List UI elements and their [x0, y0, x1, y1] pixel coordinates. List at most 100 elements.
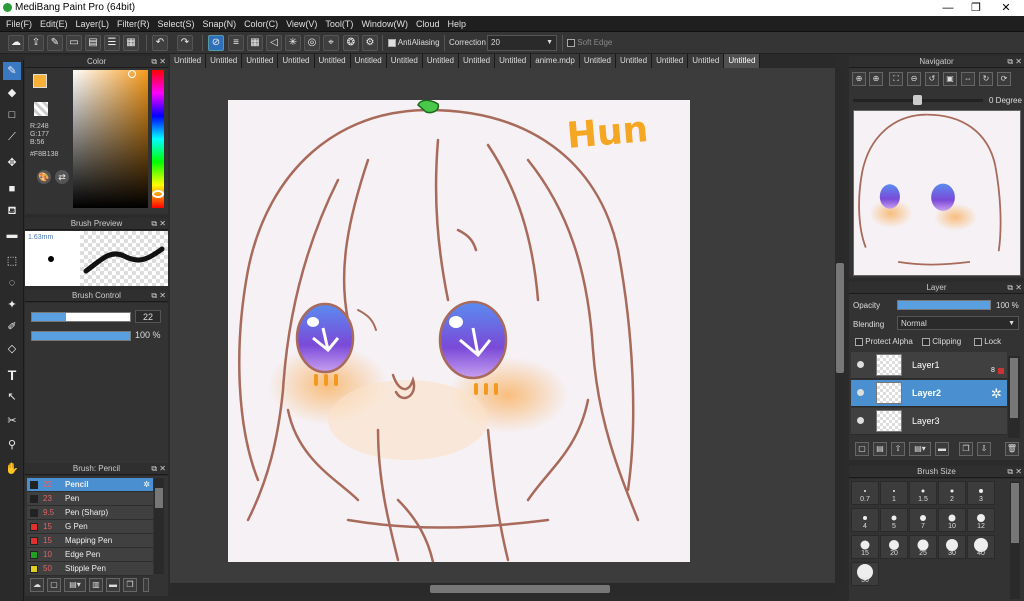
brush-list-item[interactable]: 23 Pen	[27, 492, 153, 506]
blending-select[interactable]: Normal ▼	[897, 316, 1019, 330]
brush-settings-gear-icon[interactable]: ✲	[143, 478, 150, 492]
grid-list-icon[interactable]: ▦	[123, 35, 139, 51]
brush-size-preset[interactable]: 10	[938, 508, 966, 532]
select-eraser-tool-icon[interactable]: ◇	[3, 340, 21, 358]
rotate-left-icon[interactable]: ↺	[925, 72, 939, 86]
panel-popout-icon[interactable]: ⧉ ✕	[151, 463, 166, 475]
select-tool-icon[interactable]: ⬚	[3, 252, 21, 270]
fit-icon[interactable]: ⛶	[889, 72, 903, 86]
menu-snap[interactable]: Snap(N)	[199, 16, 241, 32]
menu-cloud[interactable]: Cloud	[412, 16, 444, 32]
horizontal-scroll-thumb[interactable]	[430, 585, 610, 593]
menu-help[interactable]: Help	[443, 16, 470, 32]
menu-select[interactable]: Select(S)	[154, 16, 199, 32]
panel-popout-icon[interactable]: ⧉ ✕	[1007, 56, 1022, 68]
reset-icon[interactable]: ▣	[943, 72, 957, 86]
brush-size-preset[interactable]: 1.5	[909, 481, 937, 505]
maximize-button[interactable]: ❐	[962, 0, 990, 16]
protect-alpha-checkbox[interactable]	[855, 337, 863, 346]
color-swap-icon[interactable]: ⇄	[55, 170, 69, 184]
menu-color[interactable]: Color(C)	[240, 16, 282, 32]
brush-list-scrollbar[interactable]	[154, 478, 164, 574]
gradient-tool-icon[interactable]: ▬	[3, 226, 21, 244]
brush-size-preset[interactable]: 20	[880, 535, 908, 559]
brush-size-preset[interactable]: 1	[880, 481, 908, 505]
brush-size-preset[interactable]: 7	[909, 508, 937, 532]
visibility-eye-icon[interactable]	[857, 417, 864, 424]
brush-list-item[interactable]: 15 Mapping Pen	[27, 534, 153, 548]
comment-icon[interactable]: ✎	[47, 35, 63, 51]
delete-layer-icon[interactable]: 🗑	[1005, 442, 1019, 456]
layer-row[interactable]: Layer2 ✲	[851, 380, 1007, 407]
eyedropper-tool-icon[interactable]: ⚲	[3, 436, 21, 454]
layer-list-scrollbar[interactable]	[1008, 356, 1020, 438]
brush-size-preset[interactable]: 2	[938, 481, 966, 505]
add-layer-dropdown[interactable]: ▤▾	[909, 442, 931, 456]
document-tab[interactable]: Untitled	[170, 54, 207, 68]
clipping-checkbox[interactable]	[922, 337, 930, 346]
brush-size-preset[interactable]: 4	[851, 508, 879, 532]
chat-icon[interactable]: ▭	[66, 35, 82, 51]
curve-snap-icon[interactable]: ⌖	[323, 35, 339, 51]
drawing-canvas[interactable]: Hun	[228, 99, 690, 564]
brush-size-preset[interactable]: 12	[967, 508, 995, 532]
new-layer-icon[interactable]: ▢	[855, 442, 869, 456]
visibility-eye-icon[interactable]	[857, 361, 864, 368]
brush-cloud-icon[interactable]: ☁	[30, 578, 44, 592]
brush-scroll-icon[interactable]	[143, 578, 149, 592]
document-tab[interactable]: Untitled	[724, 54, 761, 68]
select-pen-tool-icon[interactable]: ✐	[3, 318, 21, 336]
snap-settings-icon[interactable]: ⚙	[362, 35, 378, 51]
brush-size-preset[interactable]: 50	[851, 562, 879, 586]
cloud-icon[interactable]: ☁	[8, 35, 24, 51]
document-tab[interactable]: Untitled	[615, 54, 653, 68]
navigator-settings-icon[interactable]: ⟳	[997, 72, 1011, 86]
brush-size-preset[interactable]: 3	[967, 481, 995, 505]
layer-opacity-slider[interactable]	[897, 300, 991, 310]
eraser-tool-icon[interactable]: ◆	[3, 84, 21, 102]
text-tool-icon[interactable]: T	[3, 366, 21, 384]
snap-off-icon[interactable]: ⊘	[208, 35, 224, 51]
add-brush-dropdown[interactable]: ▤▾	[64, 578, 86, 592]
brush-list-item[interactable]: 50 Stipple Pen	[27, 562, 153, 576]
brush-size-preset[interactable]: 5	[880, 508, 908, 532]
operation-tool-icon[interactable]: ↖	[3, 388, 21, 406]
brush-list-item[interactable]: 10 Edge Pen	[27, 548, 153, 562]
panel-popout-icon[interactable]: ⧉ ✕	[1007, 282, 1022, 294]
menu-tool[interactable]: Tool(T)	[321, 16, 357, 32]
undo-button[interactable]: ↶	[152, 35, 168, 51]
perspective-snap-icon[interactable]: ◁	[266, 35, 282, 51]
panel-popout-icon[interactable]: ⧉ ✕	[151, 218, 166, 230]
brush-settings-icon[interactable]: ▥	[89, 578, 103, 592]
menu-view[interactable]: View(V)	[282, 16, 321, 32]
new-brush-icon[interactable]: ▢	[47, 578, 61, 592]
panel-popout-icon[interactable]: ⧉ ✕	[151, 56, 166, 68]
circle-snap-icon[interactable]: ◎	[304, 35, 320, 51]
document-tab[interactable]: Untitled	[495, 54, 532, 68]
flip-icon[interactable]: ⇔	[961, 72, 975, 86]
brush-size-preset[interactable]: 15	[851, 535, 879, 559]
redo-button[interactable]: ↷	[177, 35, 193, 51]
palette-icon[interactable]: 🎨	[37, 170, 51, 184]
document-tab[interactable]: Untitled	[688, 54, 725, 68]
document-tab[interactable]: Untitled	[350, 54, 387, 68]
hand-tool-icon[interactable]: ✋	[3, 460, 21, 478]
transparent-swatch[interactable]	[34, 102, 48, 116]
brush-size-scrollbar[interactable]	[1010, 481, 1020, 599]
zoom-in-alt-icon[interactable]: ⊕	[869, 72, 883, 86]
canvas-horizontal-scrollbar[interactable]	[170, 583, 835, 595]
document-tab[interactable]: Untitled	[459, 54, 496, 68]
brush-list-item[interactable]: 9.5 Pen (Sharp)	[27, 506, 153, 520]
new-halftone-layer-icon[interactable]: ▤	[873, 442, 887, 456]
layer-settings-gear-icon[interactable]: ✲	[991, 386, 1002, 402]
new-8bit-layer-icon[interactable]: ⇧	[891, 442, 905, 456]
correction-select[interactable]: 20 ▼	[487, 35, 557, 51]
brush-size-preset[interactable]: 40	[967, 535, 995, 559]
merge-layer-icon[interactable]: ⇩	[977, 442, 991, 456]
line-tool-icon[interactable]: ⟋	[3, 128, 21, 146]
parallel-snap-icon[interactable]: ≡	[228, 35, 244, 51]
document-tab[interactable]: Untitled	[314, 54, 351, 68]
document-tab[interactable]: Untitled	[386, 54, 423, 68]
brush-list-item[interactable]: 22 Pencil ✲	[27, 478, 153, 492]
brush-folder-icon[interactable]: ▬	[106, 578, 120, 592]
